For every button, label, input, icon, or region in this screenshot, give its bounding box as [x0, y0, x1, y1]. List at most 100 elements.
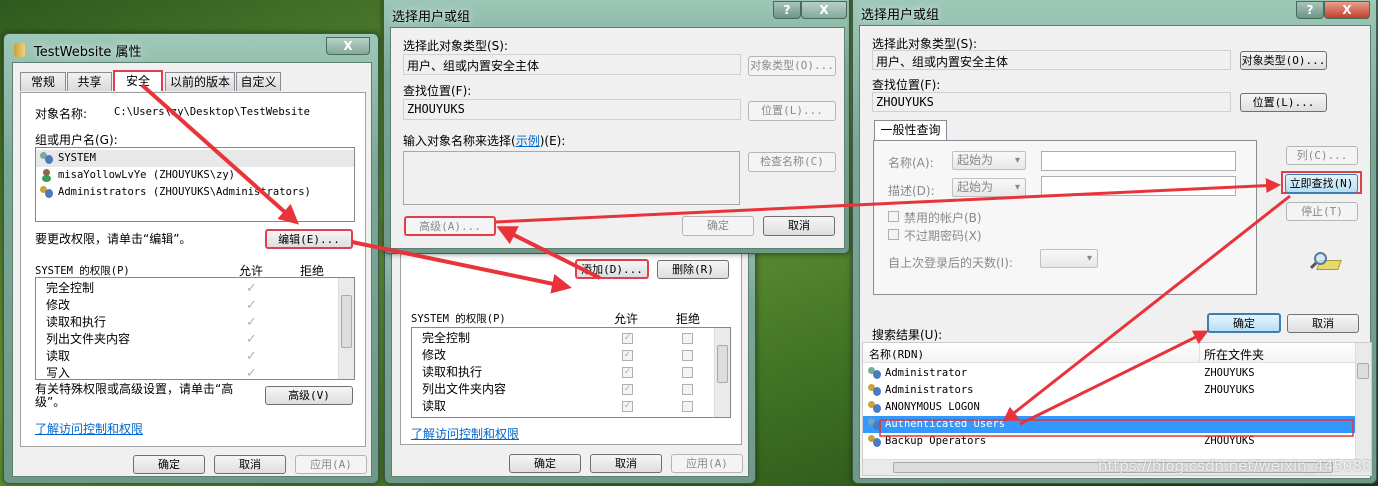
permissions-list[interactable]: 完全控制 ✓ 修改 ✓ 读取和执行 ✓ 列出文件夹内容 ✓ 读取 ✓ 写入 ✓ — [35, 277, 355, 380]
allow-checkbox[interactable]: ✓ — [622, 384, 633, 395]
search-results-label: 搜索结果(U): — [872, 328, 943, 342]
deny-checkbox[interactable] — [682, 350, 693, 361]
remove-button[interactable]: 删除(R) — [657, 260, 729, 279]
allow-check-icon: ✓ — [246, 332, 257, 347]
non-expiring-checkbox[interactable] — [888, 229, 899, 240]
result-row[interactable]: Authenticated Users — [863, 416, 1355, 433]
permission-row: 读取 ✓ — [412, 398, 730, 415]
tab-common-queries[interactable]: 一般性查询 — [874, 120, 947, 142]
help-button[interactable]: ? — [773, 1, 801, 19]
user-row[interactable]: SYSTEM — [36, 150, 354, 167]
apply-button[interactable]: 应用(A) — [295, 455, 367, 474]
result-row[interactable]: ANONYMOUS LOGON — [863, 399, 1355, 416]
user-group-icon — [868, 418, 882, 431]
deny-checkbox[interactable] — [682, 367, 693, 378]
ok-button[interactable]: 确定 — [682, 216, 754, 236]
dialog-body: 选择此对象类型(S): 用户、组或内置安全主体 对象类型(O)... 查找位置(… — [859, 25, 1372, 479]
find-now-button[interactable]: 立即查找(N) — [1285, 174, 1358, 193]
description-match-dropdown[interactable]: 起始为 — [952, 178, 1026, 197]
tab-general[interactable]: 常规 — [20, 72, 66, 91]
deny-checkbox[interactable] — [682, 401, 693, 412]
stop-button[interactable]: 停止(T) — [1286, 202, 1358, 221]
apply-button[interactable]: 应用(A) — [671, 454, 743, 473]
disabled-accounts-checkbox[interactable] — [888, 211, 899, 222]
close-button[interactable]: X — [1324, 1, 1370, 19]
allow-checkbox[interactable]: ✓ — [622, 333, 633, 344]
description-input[interactable] — [1041, 176, 1236, 196]
ok-button[interactable]: 确定 — [133, 455, 205, 474]
user-icon — [40, 169, 54, 182]
users-list[interactable]: SYSTEM misaYollowLvYe (ZHOUYUKS\zy) Admi… — [35, 147, 355, 222]
result-name: Administrator — [885, 367, 968, 379]
permission-name: 读取和执行 — [422, 365, 483, 379]
name-input[interactable] — [1041, 151, 1236, 171]
object-names-input[interactable] — [403, 151, 740, 205]
location-label: 查找位置(F): — [403, 84, 472, 98]
advanced-button[interactable]: 高级(V) — [265, 386, 353, 405]
close-button[interactable]: X — [801, 1, 847, 19]
user-group-icon — [868, 435, 882, 448]
permission-row: 读取和执行 ✓ — [36, 314, 354, 331]
user-row[interactable]: Administrators (ZHOUYUKS\Administrators) — [36, 184, 354, 201]
result-row[interactable]: Backup Operators ZHOUYUKS — [863, 433, 1355, 450]
allow-checkbox[interactable]: ✓ — [622, 350, 633, 361]
object-types-button[interactable]: 对象类型(O)... — [748, 56, 836, 76]
security-panel: 对象名称: C:\Users\zy\Desktop\TestWebsite 组或… — [20, 92, 366, 447]
ok-button[interactable]: 确定 — [1207, 313, 1281, 333]
dialog-body: 添加(D)... 删除(R) SYSTEM 的权限(P) 允许 拒绝 完全控制 ✓… — [391, 221, 749, 477]
column-header-folder[interactable]: 所在文件夹 — [1204, 346, 1264, 363]
days-since-logon-dropdown[interactable] — [1040, 249, 1098, 268]
cancel-button[interactable]: 取消 — [590, 454, 662, 473]
permission-row: 读取和执行 ✓ — [412, 364, 730, 381]
user-group-icon — [868, 367, 882, 380]
disabled-accounts-label: 禁用的帐户(B) — [904, 211, 982, 225]
scrollbar[interactable] — [714, 328, 730, 417]
permissions-list[interactable]: 完全控制 ✓ 修改 ✓ 读取和执行 ✓ 列出文件夹内容 ✓ 读取 ✓ — [411, 327, 731, 418]
cancel-button[interactable]: 取消 — [763, 216, 835, 236]
user-row[interactable]: misaYollowLvYe (ZHOUYUKS\zy) — [36, 167, 354, 184]
tab-customize[interactable]: 自定义 — [236, 72, 281, 91]
tab-previous-versions[interactable]: 以前的版本 — [165, 72, 235, 91]
columns-button[interactable]: 列(C)... — [1286, 146, 1358, 165]
cancel-button[interactable]: 取消 — [1287, 314, 1359, 333]
learn-access-control-link[interactable]: 了解访问控制和权限 — [35, 420, 143, 437]
result-row[interactable]: Administrators ZHOUYUKS — [863, 382, 1355, 399]
help-button[interactable]: ? — [1296, 1, 1324, 19]
object-name-value: C:\Users\zy\Desktop\TestWebsite — [114, 106, 310, 118]
dialog-body: 选择此对象类型(S): 用户、组或内置安全主体 对象类型(O)... 查找位置(… — [390, 27, 845, 249]
deny-checkbox[interactable] — [682, 384, 693, 395]
column-header-name[interactable]: 名称(RDN) — [869, 346, 924, 362]
allow-checkbox[interactable]: ✓ — [622, 367, 633, 378]
check-names-button[interactable]: 检查名称(C) — [748, 152, 836, 172]
tab-security[interactable]: 安全 — [113, 70, 163, 91]
group-icon — [40, 152, 54, 165]
permission-name: 读取和执行 — [46, 315, 107, 329]
permission-name: 写入 — [46, 366, 71, 380]
examples-link[interactable]: 示例 — [516, 134, 540, 148]
allow-check-icon: ✓ — [246, 298, 257, 313]
tab-sharing[interactable]: 共享 — [67, 72, 112, 91]
permissions-title: SYSTEM 的权限(P) — [411, 313, 506, 325]
search-results-list[interactable]: 名称(RDN) 所在文件夹 Administrator ZHOUYUKS Admin… — [862, 342, 1372, 476]
advanced-select-window: 选择用户或组 ? X 选择此对象类型(S): 用户、组或内置安全主体 对象类型(… — [852, 0, 1377, 484]
description-label: 描述(D): — [888, 184, 935, 198]
advanced-button[interactable]: 高级(A)... — [404, 216, 496, 236]
result-row[interactable]: Administrator ZHOUYUKS — [863, 365, 1355, 382]
edit-button[interactable]: 编辑(E)... — [265, 229, 353, 249]
locations-button[interactable]: 位置(L)... — [1240, 93, 1327, 112]
locations-button[interactable]: 位置(L)... — [748, 101, 836, 121]
vertical-scrollbar[interactable] — [1355, 343, 1371, 460]
ok-button[interactable]: 确定 — [509, 454, 581, 473]
close-button[interactable]: X — [326, 37, 370, 55]
allow-checkbox[interactable]: ✓ — [622, 401, 633, 412]
object-types-button[interactable]: 对象类型(O)... — [1240, 51, 1327, 70]
scrollbar[interactable] — [338, 278, 354, 379]
cancel-button[interactable]: 取消 — [214, 455, 286, 474]
add-button[interactable]: 添加(D)... — [575, 259, 649, 279]
results-header: 名称(RDN) 所在文件夹 — [863, 343, 1357, 363]
name-match-dropdown[interactable]: 起始为 — [952, 151, 1026, 170]
learn-access-control-link[interactable]: 了解访问控制和权限 — [411, 425, 519, 442]
result-name: ANONYMOUS LOGON — [885, 401, 980, 413]
select-users-window: 选择用户或组 ? X 选择此对象类型(S): 用户、组或内置安全主体 对象类型(… — [383, 0, 850, 254]
deny-checkbox[interactable] — [682, 333, 693, 344]
